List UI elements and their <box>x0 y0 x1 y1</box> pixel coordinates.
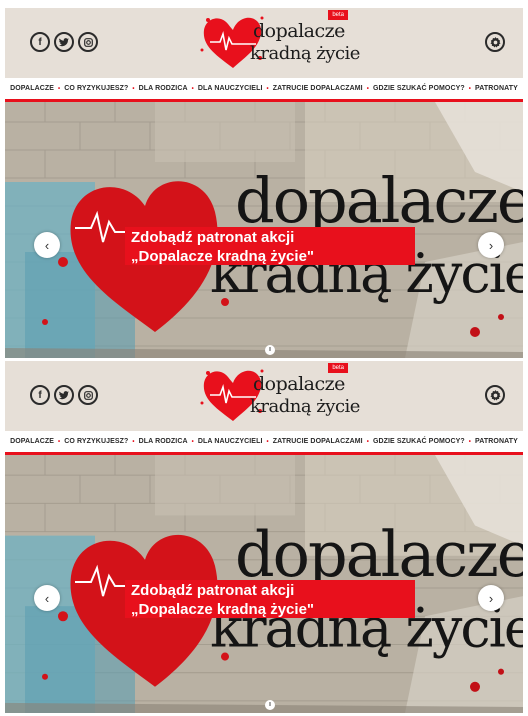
nav-item-dopalacze[interactable]: DOPALACZE <box>10 438 54 445</box>
cta-patronat[interactable]: Zdobądź patronat akcji „Dopalacze kradną… <box>125 580 415 618</box>
site-header: f beta dopalacze kradną życie <box>5 361 523 431</box>
nav-item-zatrucie[interactable]: ZATRUCIE DOPALACZAMI <box>273 438 363 445</box>
nav-item-dla-nauczycieli[interactable]: DLA NAUCZYCIELI <box>198 438 263 445</box>
beta-badge: beta <box>328 10 348 20</box>
gear-icon[interactable] <box>485 32 505 52</box>
nav-item-gdzie-szukac[interactable]: GDZIE SZUKAĆ POMOCY? <box>373 438 465 445</box>
facebook-icon[interactable]: f <box>30 385 50 405</box>
social-links: f <box>30 385 98 405</box>
page-frame-bottom: f beta dopalacze kradną życie DOPALACZE • <box>5 361 523 716</box>
nav-item-dla-rodzica[interactable]: DLA RODZICA <box>139 85 188 92</box>
logo-text-line2: kradną życie <box>250 396 360 417</box>
nav-item-dopalacze[interactable]: DOPALACZE <box>10 85 54 92</box>
hero-banner: dopalacze kradną życie ‹ › Zdobądź patro… <box>5 455 523 713</box>
nav-item-dla-nauczycieli[interactable]: DLA NAUCZYCIELI <box>198 85 263 92</box>
page-frame-top: f beta dopalacze kradną życie DOPALACZE • <box>5 8 523 358</box>
twitter-icon[interactable] <box>54 385 74 405</box>
nav-item-patronaty[interactable]: PATRONATY <box>475 85 518 92</box>
chevron-right-icon[interactable]: › <box>478 232 504 258</box>
pause-icon[interactable]: II <box>265 345 275 355</box>
site-logo[interactable]: beta dopalacze kradną życie <box>198 10 360 74</box>
chevron-left-icon[interactable]: ‹ <box>34 232 60 258</box>
nav-item-co-ryzykujesz[interactable]: CO RYZYKUJESZ? <box>64 438 128 445</box>
instagram-icon[interactable] <box>78 32 98 52</box>
nav-item-co-ryzykujesz[interactable]: CO RYZYKUJESZ? <box>64 85 128 92</box>
main-nav: DOPALACZE • CO RYZYKUJESZ? • DLA RODZICA • … <box>5 431 523 455</box>
logo-text-line2: kradną życie <box>250 43 360 64</box>
chevron-right-icon[interactable]: › <box>478 585 504 611</box>
logo-text-line1: dopalacze <box>253 20 345 42</box>
cta-line1: Zdobądź patronat akcji <box>131 582 295 599</box>
nav-item-zatrucie[interactable]: ZATRUCIE DOPALACZAMI <box>273 85 363 92</box>
beta-badge: beta <box>328 363 348 373</box>
nav-item-patronaty[interactable]: PATRONATY <box>475 438 518 445</box>
pause-icon[interactable]: II <box>265 700 275 710</box>
logo-text-line1: dopalacze <box>253 373 345 395</box>
main-nav: DOPALACZE • CO RYZYKUJESZ? • DLA RODZICA • … <box>5 78 523 102</box>
site-header: f beta dopalacze kradną życie <box>5 8 523 78</box>
social-links: f <box>30 32 98 52</box>
nav-item-gdzie-szukac[interactable]: GDZIE SZUKAĆ POMOCY? <box>373 85 465 92</box>
instagram-icon[interactable] <box>78 385 98 405</box>
cta-line1: Zdobądź patronat akcji <box>131 229 295 246</box>
gear-icon[interactable] <box>485 385 505 405</box>
cta-line2: „Dopalacze kradną życie" <box>131 248 315 265</box>
nav-item-dla-rodzica[interactable]: DLA RODZICA <box>139 438 188 445</box>
chevron-left-icon[interactable]: ‹ <box>34 585 60 611</box>
cta-line2: „Dopalacze kradną życie" <box>131 601 315 618</box>
cta-patronat[interactable]: Zdobądź patronat akcji „Dopalacze kradną… <box>125 227 415 265</box>
facebook-icon[interactable]: f <box>30 32 50 52</box>
hero-banner: dopalacze kradną życie ‹ › Zdobądź patro… <box>5 102 523 358</box>
twitter-icon[interactable] <box>54 32 74 52</box>
site-logo[interactable]: beta dopalacze kradną życie <box>198 363 360 427</box>
